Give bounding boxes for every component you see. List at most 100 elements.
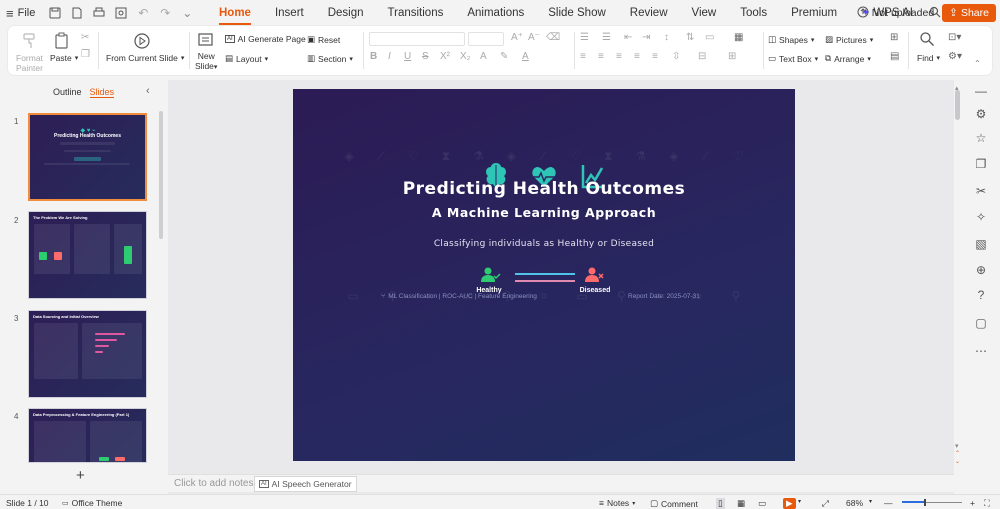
clear-format-icon[interactable]: ⌫ — [546, 32, 560, 43]
find-button[interactable]: Find ▾ — [917, 53, 940, 63]
new-slide-icon[interactable] — [196, 30, 216, 50]
tab-premium[interactable]: Premium — [779, 0, 849, 26]
zoom-slider-handle[interactable] — [924, 499, 926, 506]
columns-icon[interactable]: ▦ — [734, 32, 743, 43]
customize-toolbar-icon[interactable]: ⌄ — [179, 5, 195, 21]
print-icon[interactable] — [91, 5, 107, 21]
italic-icon[interactable]: I — [388, 51, 391, 62]
text-box-icon[interactable]: ▭ — [705, 32, 714, 43]
canvas-scrollbar[interactable]: ▴ ▾ ⌃ ⌄ — [954, 80, 962, 470]
badge-icon[interactable]: ✧ — [974, 210, 988, 224]
tab-tools[interactable]: Tools — [728, 0, 779, 26]
bold-icon[interactable]: B — [370, 51, 377, 62]
reset-button[interactable]: ▣ Reset — [307, 34, 340, 45]
format-painter-icon[interactable] — [20, 31, 40, 51]
decrease-font-icon[interactable]: A⁻ — [528, 32, 540, 43]
slideshow-play-button[interactable]: ▶ — [783, 498, 796, 509]
select-icon[interactable]: ⊡▾ — [948, 32, 961, 43]
line-spacing-icon[interactable]: ↕ — [664, 32, 669, 43]
more-icon[interactable]: ⋯ — [974, 344, 988, 358]
zoom-level[interactable]: 68% — [846, 498, 863, 508]
shapes-button[interactable]: ◫ Shapes ▾ — [768, 34, 814, 45]
fit-window-icon[interactable]: ⛶ — [984, 498, 990, 509]
undo-icon[interactable]: ↶ — [135, 5, 151, 21]
ai-generate-page-button[interactable]: AI AI Generate Page — [225, 34, 306, 44]
comment-panel-icon[interactable]: ▢ — [974, 316, 988, 330]
increase-indent-icon[interactable]: ⇥ — [642, 32, 650, 43]
zoom-in-icon[interactable]: + — [970, 498, 975, 508]
font-color-icon[interactable]: A — [522, 51, 529, 62]
superscript-icon[interactable]: X² — [440, 51, 450, 62]
copy-icon[interactable]: ❐ — [81, 49, 90, 60]
decrease-indent-icon[interactable]: ⇤ — [624, 32, 632, 43]
print-preview-icon[interactable] — [113, 5, 129, 21]
text-effect-icon[interactable]: A — [480, 51, 487, 62]
tab-design[interactable]: Design — [316, 0, 376, 26]
collapse-pane-icon[interactable]: ‹ — [146, 85, 150, 97]
align-left-icon[interactable]: ≡ — [580, 51, 586, 62]
scroll-down-icon[interactable]: ▾ — [955, 442, 959, 450]
slide-thumbnail-2[interactable]: The Problem We Are Solving — [28, 211, 147, 299]
share-button[interactable]: ⇪ Share — [942, 4, 996, 22]
from-current-slide-button[interactable]: From Current Slide ▾ — [106, 53, 184, 63]
previous-slide-icon[interactable]: ⌃ — [955, 450, 960, 457]
comment-button[interactable]: ▢ Comment — [650, 498, 698, 509]
settings-icon[interactable]: ⚙▾ — [948, 51, 962, 62]
align-text-icon[interactable]: ⊟ — [698, 51, 706, 62]
next-slide-icon[interactable]: ⌄ — [955, 458, 960, 465]
notes-button[interactable]: ≡ Notes ▾ — [599, 498, 635, 508]
star-icon[interactable]: ☆ — [974, 131, 988, 145]
paste-icon[interactable] — [52, 31, 72, 51]
notes-input[interactable]: Click to add notes — [174, 478, 254, 489]
slide-sorter-button[interactable]: ▦ — [737, 498, 745, 509]
find-icon[interactable] — [919, 31, 935, 50]
strikethrough-icon[interactable]: S — [422, 51, 429, 62]
reading-view-button[interactable]: ▭ — [758, 498, 766, 509]
slide-1[interactable]: ◈ ⟋ ♡ ⧗ ⚗ ◈ ⟋ ♡ ⧗ ⚗ ◈ ⟋ ♡ ▭ ⚲ ⌗ ▭ ⚲ ⌗ ▭ ⚲ ⌗ ▭ ⚲ Predicting Hea… — [293, 89, 795, 461]
pictures-button[interactable]: ▨ Pictures ▾ — [825, 34, 873, 45]
redo-icon[interactable]: ↷ — [157, 5, 173, 21]
format-painter-button[interactable]: Format Painter — [16, 53, 43, 73]
slide-thumbnail-4[interactable]: Data Preprocessing & Feature Engineering… — [28, 408, 147, 463]
tab-outline[interactable]: Outline — [53, 87, 82, 98]
sort-icon[interactable]: ⇅ — [686, 32, 694, 43]
slide-thumbnail-1[interactable]: Predicting Health Outcomes ◆ ♥ ⌁ — [28, 113, 147, 201]
font-size-select[interactable] — [468, 32, 504, 46]
align-center-icon[interactable]: ≡ — [598, 51, 604, 62]
file-menu[interactable]: ≡ File — [6, 0, 35, 26]
adjust-icon[interactable]: ⚙ — [974, 107, 988, 121]
distribute-icon[interactable]: ≡ — [652, 51, 658, 62]
new-slide-button[interactable]: New Slide▾ — [195, 51, 217, 73]
more-arrange-icon[interactable]: ▤ — [890, 51, 899, 62]
arrange-button[interactable]: ⧉ Arrange ▾ — [825, 53, 871, 64]
cut-icon[interactable]: ✂ — [81, 32, 89, 43]
tools-icon[interactable]: ✂ — [974, 184, 988, 198]
justify-icon[interactable]: ≡ — [634, 51, 640, 62]
paste-button[interactable]: Paste ▾ — [50, 53, 78, 63]
pane-scrollbar[interactable] — [159, 111, 163, 239]
increase-font-icon[interactable]: A⁺ — [511, 32, 523, 43]
smartart-icon[interactable]: ⊞ — [728, 51, 736, 62]
add-slide-icon[interactable]: + — [76, 467, 85, 484]
underline-icon[interactable]: U — [404, 51, 411, 62]
minimize-panel-icon[interactable]: — — [974, 84, 988, 98]
theme-indicator[interactable]: ▭ Office Theme — [62, 498, 122, 508]
image-check-icon[interactable]: ▧ — [974, 237, 988, 251]
more-insert-icon[interactable]: ⊞ — [890, 32, 898, 43]
chevron-down-icon[interactable]: ▾ — [798, 498, 801, 505]
layout-button[interactable]: ▤ Layout ▾ — [225, 53, 268, 64]
tab-insert[interactable]: Insert — [263, 0, 316, 26]
scroll-thumb[interactable] — [955, 90, 960, 120]
normal-view-button[interactable]: ▯ — [716, 498, 725, 509]
save-icon[interactable] — [47, 5, 63, 21]
tab-transitions[interactable]: Transitions — [376, 0, 456, 26]
tab-animations[interactable]: Animations — [455, 0, 536, 26]
ai-speech-generator-button[interactable]: AI AI Speech Generator — [254, 476, 357, 492]
fit-icon[interactable]: ⤢ — [822, 498, 829, 509]
highlight-icon[interactable]: ✎ — [500, 51, 508, 62]
chevron-down-icon[interactable]: ▾ — [869, 498, 872, 505]
numbering-icon[interactable]: ☰ — [602, 32, 611, 43]
help-icon[interactable]: ? — [974, 288, 988, 302]
upload-status[interactable]: Not uploaded — [857, 6, 934, 21]
zoom-out-icon[interactable]: — — [884, 498, 893, 508]
